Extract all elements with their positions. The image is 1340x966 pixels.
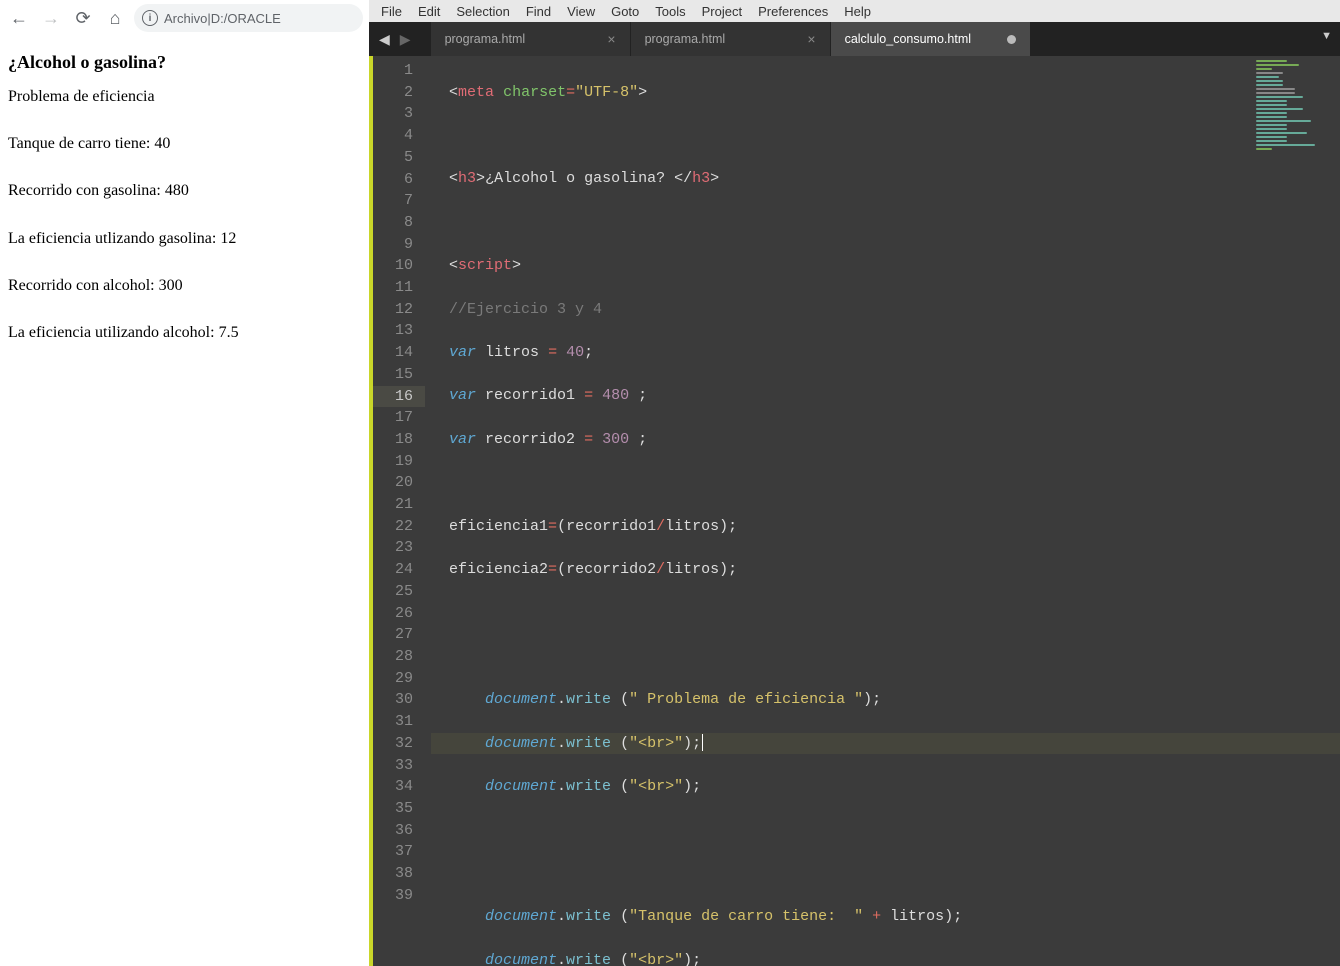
address-bar[interactable]: i Archivo | D:/ORACLE <box>134 4 363 32</box>
browser-panel: ← → ⟳ ⌂ i Archivo | D:/ORACLE ¿Alcohol o… <box>0 0 369 966</box>
forward-button[interactable]: → <box>38 5 64 31</box>
tabs: programa.html × programa.html × calclulo… <box>431 22 1031 56</box>
line-number: 36 <box>373 820 425 842</box>
code-area[interactable]: <meta charset="UTF-8"> <h3>¿Alcohol o ga… <box>425 56 1340 966</box>
home-button[interactable]: ⌂ <box>102 5 128 31</box>
page-line: La eficiencia utlizando gasolina: 12 <box>8 229 361 248</box>
menu-file[interactable]: File <box>373 4 410 19</box>
back-button[interactable]: ← <box>6 5 32 31</box>
line-number: 25 <box>373 581 425 603</box>
line-number: 12 <box>373 299 425 321</box>
tab-label: calclulo_consumo.html <box>845 32 971 46</box>
line-number: 17 <box>373 407 425 429</box>
browser-toolbar: ← → ⟳ ⌂ i Archivo | D:/ORACLE <box>0 0 369 36</box>
url-path: D:/ORACLE <box>211 11 281 26</box>
tab-label: programa.html <box>445 32 526 46</box>
menu-goto[interactable]: Goto <box>603 4 647 19</box>
menu-view[interactable]: View <box>559 4 603 19</box>
page-line: Recorrido con gasolina: 480 <box>8 181 361 200</box>
reload-button[interactable]: ⟳ <box>70 5 96 31</box>
page-line: La eficiencia utilizando alcohol: 7.5 <box>8 323 361 342</box>
tab-next-button[interactable]: ▶ <box>396 29 415 50</box>
line-number: 11 <box>373 277 425 299</box>
line-number: 33 <box>373 755 425 777</box>
line-number: 22 <box>373 516 425 538</box>
line-number: 14 <box>373 342 425 364</box>
page-heading: ¿Alcohol o gasolina? <box>8 52 361 73</box>
line-number: 19 <box>373 451 425 473</box>
tab-label: programa.html <box>645 32 726 46</box>
line-number: 31 <box>373 711 425 733</box>
line-number: 6 <box>373 169 425 191</box>
rendered-page: ¿Alcohol o gasolina? Problema de eficien… <box>0 36 369 378</box>
code-area-wrap: 1234567891011121314151617181920212223242… <box>369 56 1340 966</box>
gutter[interactable]: 1234567891011121314151617181920212223242… <box>373 56 425 966</box>
line-number: 4 <box>373 125 425 147</box>
line-number: 2 <box>373 82 425 104</box>
line-number: 35 <box>373 798 425 820</box>
dirty-indicator-icon <box>1007 35 1016 44</box>
page-line: Recorrido con alcohol: 300 <box>8 276 361 295</box>
line-number: 16 <box>373 386 425 408</box>
close-icon[interactable]: × <box>607 31 615 47</box>
menu-help[interactable]: Help <box>836 4 879 19</box>
tab-programa-1[interactable]: programa.html × <box>431 22 631 56</box>
line-number: 32 <box>373 733 425 755</box>
line-number: 29 <box>373 668 425 690</box>
minimap[interactable] <box>1250 56 1340 216</box>
line-number: 34 <box>373 776 425 798</box>
menu-edit[interactable]: Edit <box>410 4 448 19</box>
line-number: 37 <box>373 841 425 863</box>
page-line: Tanque de carro tiene: 40 <box>8 134 361 153</box>
tab-nav: ◀ ▶ <box>369 29 421 50</box>
line-number: 5 <box>373 147 425 169</box>
line-number: 39 <box>373 885 425 907</box>
menu-project[interactable]: Project <box>694 4 750 19</box>
line-number: 26 <box>373 603 425 625</box>
tabs-dropdown-icon[interactable]: ▼ <box>1321 30 1332 42</box>
line-number: 13 <box>373 320 425 342</box>
url-label: Archivo <box>164 11 207 26</box>
line-number: 23 <box>373 537 425 559</box>
line-number: 18 <box>373 429 425 451</box>
line-number: 7 <box>373 190 425 212</box>
line-number: 27 <box>373 624 425 646</box>
line-number: 9 <box>373 234 425 256</box>
line-number: 30 <box>373 689 425 711</box>
close-icon[interactable]: × <box>807 31 815 47</box>
page-line: Problema de eficiencia <box>8 87 361 106</box>
menu-tools[interactable]: Tools <box>647 4 693 19</box>
editor-panel: File Edit Selection Find View Goto Tools… <box>369 0 1340 966</box>
menu-selection[interactable]: Selection <box>448 4 517 19</box>
menu-preferences[interactable]: Preferences <box>750 4 836 19</box>
info-icon: i <box>142 10 158 26</box>
menu-find[interactable]: Find <box>518 4 559 19</box>
line-number: 15 <box>373 364 425 386</box>
line-number: 8 <box>373 212 425 234</box>
menubar: File Edit Selection Find View Goto Tools… <box>369 0 1340 22</box>
tabbar: ◀ ▶ programa.html × programa.html × calc… <box>369 22 1340 56</box>
line-number: 3 <box>373 103 425 125</box>
tab-programa-2[interactable]: programa.html × <box>631 22 831 56</box>
tab-prev-button[interactable]: ◀ <box>375 29 394 50</box>
line-number: 21 <box>373 494 425 516</box>
line-number: 20 <box>373 472 425 494</box>
line-number: 24 <box>373 559 425 581</box>
line-number: 38 <box>373 863 425 885</box>
line-number: 1 <box>373 60 425 82</box>
text-caret <box>702 734 703 751</box>
line-number: 28 <box>373 646 425 668</box>
tab-calculo-consumo[interactable]: calclulo_consumo.html <box>831 22 1031 56</box>
line-number: 10 <box>373 255 425 277</box>
